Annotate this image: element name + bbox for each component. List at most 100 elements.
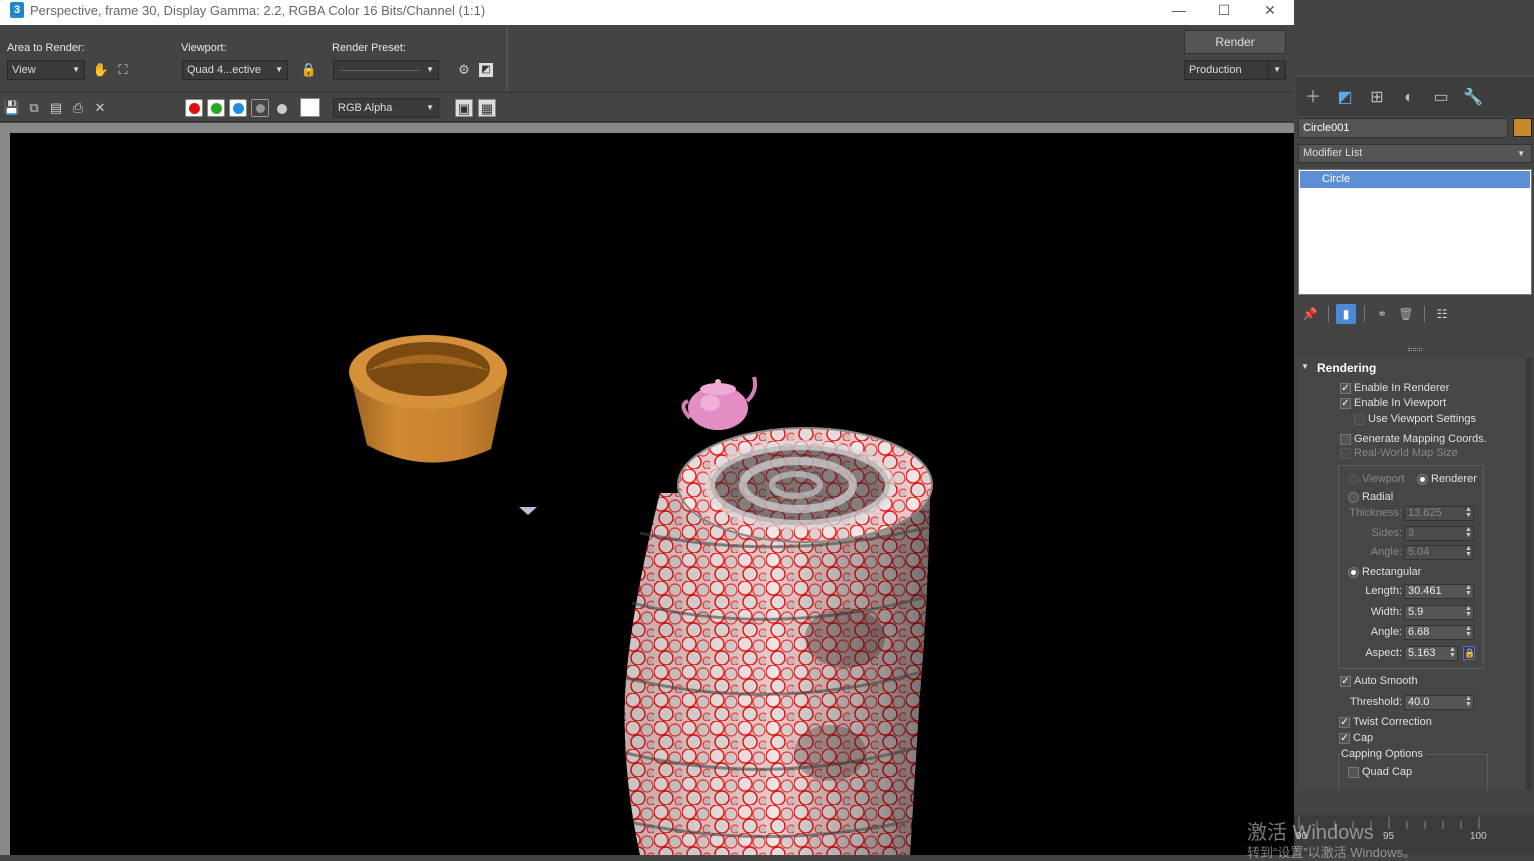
- rendered-image: [10, 133, 1294, 855]
- sides-spinner[interactable]: 3 ▲ ▼: [1404, 526, 1474, 541]
- pin-stack-icon[interactable]: 📌: [1300, 304, 1320, 324]
- timeline-tick-label: 95: [1383, 831, 1395, 842]
- generate-mapping-label: Generate Mapping Coords.: [1354, 433, 1487, 445]
- environment-effects-icon[interactable]: ◩: [479, 63, 493, 77]
- threshold-value: 40.0: [1408, 696, 1430, 708]
- thickness-value: 13.625: [1408, 507, 1442, 519]
- render-setup-icon[interactable]: ⚙: [455, 61, 473, 79]
- clear-image-icon[interactable]: ✕: [91, 99, 109, 117]
- length-spinner[interactable]: 30.461 ▲ ▼: [1404, 584, 1474, 599]
- thickness-spinner[interactable]: 13.625 ▲ ▼: [1404, 506, 1474, 521]
- edit-region-icon[interactable]: ✋: [92, 61, 110, 79]
- lock-icon[interactable]: 🔒: [300, 61, 318, 79]
- enable-in-renderer-checkbox[interactable]: ✓: [1340, 383, 1351, 394]
- modify-tab-icon[interactable]: ◩: [1334, 87, 1356, 109]
- minimize-button[interactable]: —: [1156, 0, 1202, 22]
- auto-smooth-label: Auto Smooth: [1354, 675, 1418, 687]
- render-scene: [349, 335, 933, 855]
- viewport-frame: [0, 123, 1294, 855]
- display-channel-value: RGB Alpha: [338, 102, 393, 114]
- object-color-swatch[interactable]: [1513, 118, 1532, 137]
- object-name-field[interactable]: Circle001: [1298, 118, 1508, 138]
- twist-correction-checkbox[interactable]: ✓: [1339, 717, 1350, 728]
- background-color-swatch[interactable]: [300, 98, 320, 117]
- render-button[interactable]: Render: [1184, 30, 1286, 54]
- spinner-arrows-icon: ▲ ▼: [1465, 605, 1472, 618]
- use-viewport-settings-checkbox[interactable]: [1354, 414, 1365, 425]
- radial-radio[interactable]: [1348, 492, 1359, 503]
- collapse-arrow-icon[interactable]: ▼: [1301, 362, 1309, 371]
- hierarchy-tab-icon[interactable]: ⊞: [1366, 87, 1388, 109]
- spinner-arrows-icon: ▲ ▼: [1465, 625, 1472, 638]
- print-image-icon[interactable]: ⎙: [69, 99, 87, 117]
- rect-angle-spinner[interactable]: 6.68 ▲ ▼: [1404, 625, 1474, 640]
- create-tab-icon[interactable]: ＋: [1302, 87, 1324, 109]
- monochrome-toggle[interactable]: [277, 104, 287, 114]
- clone-window-icon[interactable]: ▤: [47, 99, 65, 117]
- modifier-stack: Circle: [1298, 169, 1532, 295]
- threshold-spinner[interactable]: 40.0 ▲ ▼: [1404, 695, 1474, 710]
- activation-watermark-subtitle: 转到“设置”以激活 Windows。: [1247, 845, 1417, 860]
- width-spinner[interactable]: 5.9 ▲ ▼: [1404, 605, 1474, 620]
- green-channel-toggle[interactable]: [207, 99, 225, 117]
- auto-region-icon[interactable]: ⛶: [114, 61, 132, 79]
- area-to-render-value: View: [12, 64, 36, 76]
- quad-cap-checkbox[interactable]: [1348, 767, 1359, 778]
- quad-cap-label: Quad Cap: [1362, 766, 1413, 778]
- configure-modifier-sets-icon[interactable]: ☷: [1432, 304, 1452, 324]
- blue-channel-toggle[interactable]: [229, 99, 247, 117]
- auto-smooth-checkbox[interactable]: ✓: [1340, 676, 1351, 687]
- chevron-down-icon: ▼: [426, 65, 434, 74]
- rendering-rollout-header[interactable]: Rendering: [1317, 361, 1376, 375]
- aspect-spinner[interactable]: 5.163 ▲ ▼: [1404, 646, 1458, 661]
- stack-item-circle[interactable]: Circle: [1300, 171, 1530, 188]
- area-to-render-dropdown[interactable]: View ▼: [7, 60, 85, 80]
- modifier-list-dropdown[interactable]: Modifier List ▼: [1298, 144, 1532, 163]
- display-tab-icon[interactable]: ▭: [1430, 87, 1452, 109]
- panel-resize-handle[interactable]: [1408, 348, 1422, 351]
- viewport-radio[interactable]: [1348, 474, 1359, 485]
- close-button[interactable]: ✕: [1247, 0, 1293, 22]
- capping-options-label: Capping Options: [1341, 748, 1426, 760]
- cap-checkbox[interactable]: ✓: [1339, 733, 1350, 744]
- rectangular-radio[interactable]: [1348, 567, 1359, 578]
- motion-tab-icon[interactable]: ◐: [1398, 87, 1420, 109]
- aspect-value: 5.163: [1408, 647, 1436, 659]
- lock-aspect-icon[interactable]: 🔒: [1463, 646, 1475, 660]
- aspect-label: Aspect:: [1365, 647, 1402, 659]
- thickness-label: Thickness:: [1349, 507, 1402, 519]
- display-channel-dropdown[interactable]: RGB Alpha ▼: [333, 98, 439, 118]
- enable-in-viewport-checkbox[interactable]: ✓: [1340, 398, 1351, 409]
- production-dropdown[interactable]: Production ▼: [1184, 60, 1286, 80]
- generate-mapping-checkbox[interactable]: [1340, 434, 1351, 445]
- sides-label: Sides:: [1371, 527, 1402, 539]
- alpha-channel-toggle[interactable]: [251, 99, 269, 117]
- show-end-result-icon[interactable]: ▮: [1336, 304, 1356, 324]
- render-preset-label: Render Preset:: [332, 42, 406, 54]
- copy-image-icon[interactable]: ⧉: [25, 99, 43, 117]
- threshold-label: Threshold:: [1350, 696, 1402, 708]
- small-cone-object: [519, 507, 537, 515]
- make-unique-icon[interactable]: ⚭: [1372, 304, 1392, 324]
- spinner-arrows-icon: ▲ ▼: [1465, 526, 1472, 539]
- toggle-ui-icon[interactable]: ▦: [478, 99, 496, 117]
- sides-value: 3: [1408, 527, 1415, 539]
- toggle-ui-overlay-icon[interactable]: ▣: [455, 99, 473, 117]
- chevron-down-icon: ▼: [1517, 149, 1525, 158]
- toolbar-divider: [506, 27, 508, 91]
- radial-angle-spinner[interactable]: 5.04 ▲ ▼: [1404, 545, 1474, 560]
- rendering-rollout: ▼ Rendering ✓ Enable In Renderer ✓ Enabl…: [1298, 358, 1524, 790]
- remove-modifier-icon[interactable]: 🗑: [1396, 304, 1416, 324]
- real-world-map-size-checkbox[interactable]: [1340, 448, 1351, 459]
- render-preset-dropdown[interactable]: ▼: [333, 60, 439, 80]
- red-channel-toggle[interactable]: [185, 99, 203, 117]
- save-image-icon[interactable]: 💾: [3, 99, 21, 117]
- maximize-button[interactable]: ☐: [1201, 0, 1247, 22]
- viewport-dropdown[interactable]: Quad 4...ective ▼: [182, 60, 288, 80]
- preset-placeholder-line: [340, 70, 420, 71]
- length-value: 30.461: [1408, 585, 1442, 597]
- rollout-scrollbar[interactable]: [1526, 358, 1532, 790]
- renderer-radio[interactable]: [1417, 474, 1428, 485]
- enable-in-renderer-label: Enable In Renderer: [1354, 382, 1450, 394]
- utilities-tab-icon[interactable]: 🔧: [1462, 87, 1484, 109]
